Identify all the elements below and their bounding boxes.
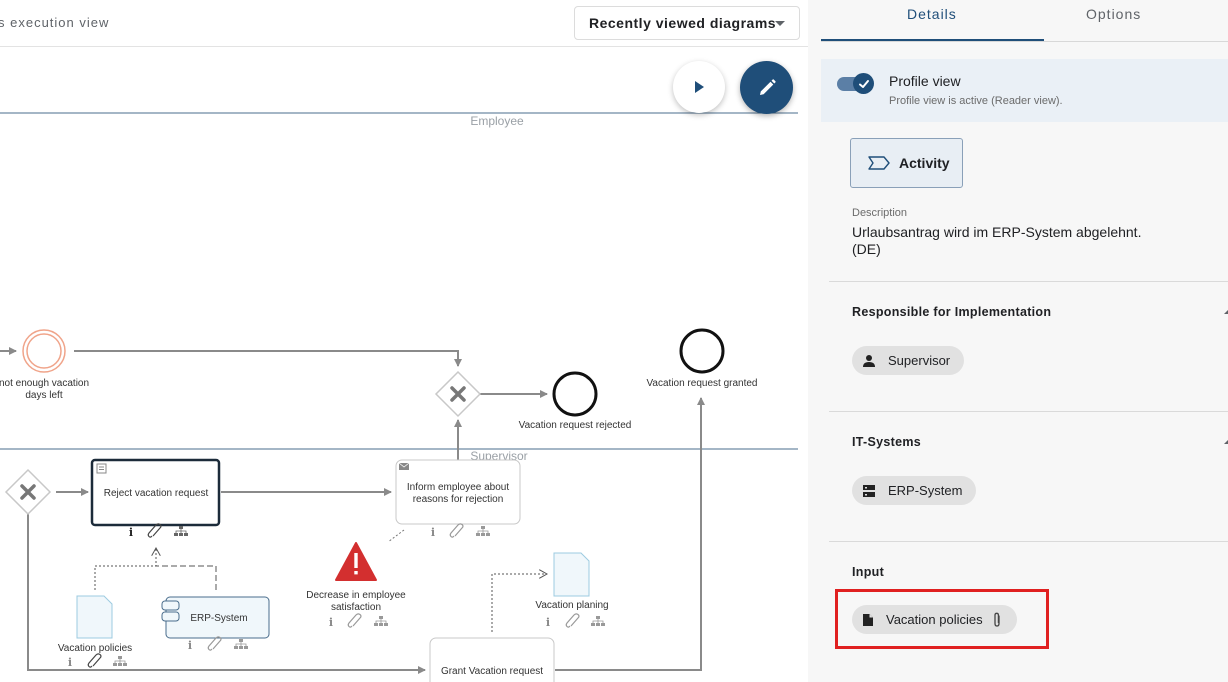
section-title-responsible: Responsible for Implementation xyxy=(852,305,1052,319)
recently-viewed-label: Recently viewed diagrams xyxy=(589,15,777,31)
profile-view-subtitle: Profile view is active (Reader view). xyxy=(889,95,1063,107)
profile-view-toggle[interactable] xyxy=(837,73,874,94)
section-divider xyxy=(829,541,1228,542)
label-reject-task: Reject vacation request xyxy=(104,488,209,499)
document-vacation-planing xyxy=(553,552,590,597)
section-divider xyxy=(829,281,1228,282)
diagram-toolbar: s execution view Recently viewed diagram… xyxy=(0,0,808,47)
details-panel: Details Options Profile view Profile vie… xyxy=(808,0,1228,682)
section-title-it-systems: IT-Systems xyxy=(852,435,922,449)
activity-shape-icon xyxy=(868,156,890,170)
inform-task-attribute-icons: i xyxy=(431,523,490,539)
play-icon xyxy=(695,81,704,93)
document-vacation-policies xyxy=(76,595,113,639)
flow-to-granted xyxy=(555,397,705,671)
svg-text:days left: days left xyxy=(25,390,62,401)
lane-label-employee: Employee xyxy=(470,114,524,128)
chip-erp-system[interactable]: ERP-System xyxy=(852,476,977,505)
label-erp-system: ERP-System xyxy=(190,613,247,624)
svg-text:i: i xyxy=(68,656,72,669)
server-icon xyxy=(863,484,875,497)
erp-attribute-icons: i xyxy=(188,636,248,652)
app-root: Employee Supervisor not enough vacation … xyxy=(0,0,1228,682)
svg-text:i: i xyxy=(188,639,192,652)
end-event-granted xyxy=(679,328,725,374)
risk-attribute-icons: i xyxy=(329,613,388,629)
tab-options[interactable]: Options xyxy=(1086,6,1141,22)
section-divider xyxy=(829,411,1228,412)
diagram-area: Employee Supervisor not enough vacation … xyxy=(0,0,808,682)
svg-text:i: i xyxy=(329,616,333,629)
active-tab-indicator xyxy=(821,39,1044,41)
edit-button[interactable] xyxy=(740,61,793,114)
label-rejected: Vacation request rejected xyxy=(519,420,632,431)
chip-supervisor[interactable]: Supervisor xyxy=(852,346,965,375)
profile-view-box: Profile view Profile view is active (Rea… xyxy=(821,59,1228,122)
svg-text:reasons for rejection: reasons for rejection xyxy=(413,494,504,505)
svg-text:i: i xyxy=(546,616,550,629)
label-decrease-satisfaction: Decrease in employee xyxy=(306,590,406,601)
element-type-chip: Activity xyxy=(850,138,963,188)
planing-attribute-icons: i xyxy=(546,613,605,629)
chip-label: ERP-System xyxy=(888,483,963,498)
chevron-up-icon[interactable] xyxy=(1224,439,1228,444)
end-event-rejected xyxy=(552,371,598,417)
recently-viewed-dropdown[interactable]: Recently viewed diagrams xyxy=(574,6,800,40)
svg-text:i: i xyxy=(129,526,133,539)
view-title: s execution view xyxy=(0,15,110,30)
check-icon xyxy=(858,79,869,88)
label-inform-task: Inform employee about xyxy=(407,482,510,493)
pencil-icon xyxy=(759,78,776,95)
policies-attribute-icons: i xyxy=(68,653,127,669)
panel-tabs: Details Options xyxy=(821,0,1228,42)
caret-down-icon xyxy=(775,21,785,26)
element-type-label: Activity xyxy=(899,155,950,171)
tab-details[interactable]: Details xyxy=(907,6,957,22)
flow-to-gateway xyxy=(74,350,462,367)
svg-text:i: i xyxy=(431,526,435,539)
svg-text:satisfaction: satisfaction xyxy=(331,602,381,613)
profile-view-title: Profile view xyxy=(889,73,961,89)
label-vacation-planing: Vacation planing xyxy=(535,600,608,611)
section-title-input: Input xyxy=(852,565,885,579)
description-text: Urlaubsantrag wird im ERP-System abgeleh… xyxy=(852,224,1142,257)
person-icon xyxy=(863,354,875,367)
chevron-up-icon[interactable] xyxy=(1224,309,1228,314)
description-label: Description xyxy=(852,207,908,219)
play-button[interactable] xyxy=(673,61,725,113)
chip-label: Supervisor xyxy=(888,353,951,368)
label-vacation-policies: Vacation policies xyxy=(58,643,132,654)
label-grant-task: Grant Vacation request xyxy=(441,666,543,677)
highlight-box xyxy=(835,589,1049,649)
label-granted: Vacation request granted xyxy=(646,378,757,389)
label-not-enough-days: not enough vacation xyxy=(0,378,89,389)
